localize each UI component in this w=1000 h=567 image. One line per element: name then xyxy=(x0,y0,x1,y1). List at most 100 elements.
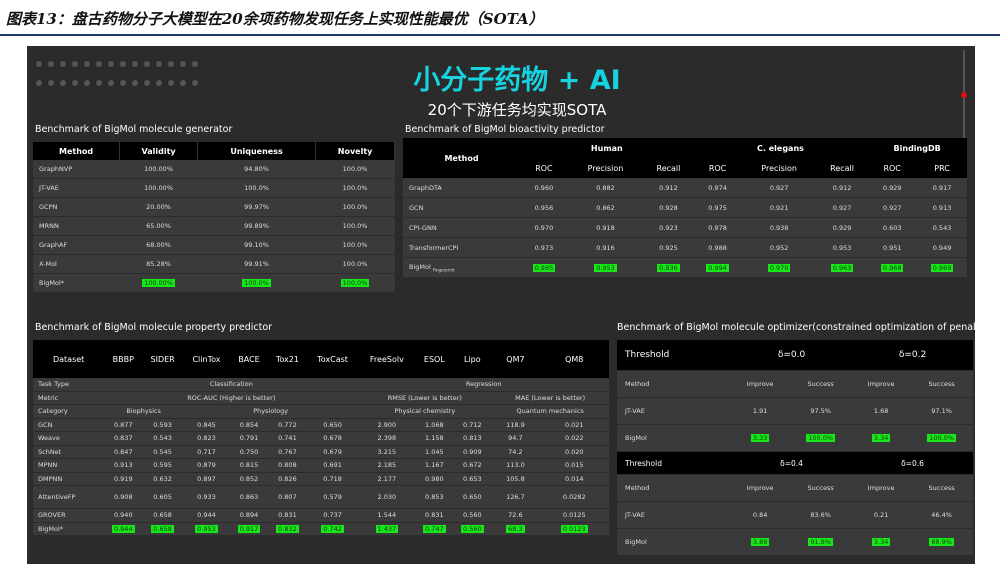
table-cell: 0.831 xyxy=(268,508,307,523)
table-cell: 0.650 xyxy=(306,418,359,432)
method-name: JT-VAE xyxy=(33,178,120,198)
table-cell: 100.0% xyxy=(910,424,973,452)
threshold-label: Threshold xyxy=(617,451,732,475)
table-cell: 0.021 xyxy=(539,418,609,432)
metric-header: PRC xyxy=(917,158,967,178)
table-row: JT-VAE 100.00% 100.0% 100.0% xyxy=(33,178,395,198)
best-value-highlight: 0.0123 xyxy=(560,524,588,533)
table-cell: 0.847 xyxy=(104,445,143,459)
table-cell: 83.6% xyxy=(789,501,852,529)
column-header: Validity xyxy=(119,142,198,160)
table-cell: 0.21 xyxy=(852,501,911,529)
info-value: Physiology xyxy=(182,404,359,419)
table-row: GCN 0.877 0.593 0.845 0.854 0.772 0.650 2.900 1.… xyxy=(33,418,609,432)
table-cell: 0.672 xyxy=(453,458,492,473)
table-cell: 0.877 xyxy=(104,418,143,432)
column-header: Success xyxy=(910,474,973,502)
table-cell: 68.3 xyxy=(491,522,540,536)
column-header: Method xyxy=(33,142,121,160)
method-name: GCPN xyxy=(33,197,120,217)
best-value-highlight: 0.953 xyxy=(195,524,218,533)
table-cell: 0.908 xyxy=(104,485,143,509)
column-header: Dataset xyxy=(33,340,105,378)
method-name: CPI-GNN xyxy=(403,217,521,238)
table-cell: 1.544 xyxy=(358,508,416,523)
table-cell: 0.863 xyxy=(230,485,268,509)
table-cell: 1.068 xyxy=(415,418,454,432)
metric-header: Recall xyxy=(816,158,868,178)
table-cell: 0.632 xyxy=(142,472,183,486)
column-header: Improve xyxy=(852,370,911,398)
info-value: ROC-AUC (Higher is better) xyxy=(104,391,359,405)
method-name: GraphNVP xyxy=(33,160,120,179)
table-row: JT-VAE 1.91 97.5% 1.68 97.1% xyxy=(617,397,973,425)
best-value-highlight: 0.968 xyxy=(880,263,904,272)
table-cell: 100.0% xyxy=(315,235,395,255)
method-name: SchNet xyxy=(33,445,105,459)
table-cell: 2.900 xyxy=(358,418,416,432)
table-cell: 3.34 xyxy=(852,424,911,452)
bioactivity-heading: Benchmark of BigMol bioactivity predicto… xyxy=(405,124,605,135)
table-cell: 68.00% xyxy=(119,235,198,255)
table-cell: 0.980 xyxy=(415,472,454,486)
table-cell: 0.022 xyxy=(539,431,609,446)
group-header: C. elegans xyxy=(693,138,868,158)
table-cell: 0.815 xyxy=(230,458,268,473)
table-row: GraphNVP 100.00% 94.80% 100.0% xyxy=(33,160,395,179)
best-value-highlight: 100.0% xyxy=(927,434,957,442)
table-cell: 0.845 xyxy=(182,418,231,432)
table-cell: 1.91 xyxy=(731,397,790,425)
info-row: Task Type Classification Regression xyxy=(33,378,609,392)
method-name: BigMol xyxy=(617,424,732,452)
table-cell: 0.913 xyxy=(104,458,143,473)
best-value-highlight: 68.3 xyxy=(506,524,525,533)
column-header: BBBP xyxy=(104,340,143,378)
table-cell: 0.545 xyxy=(142,445,183,459)
table-row: DMPNN 0.919 0.632 0.897 0.852 0.826 0.718 2.177… xyxy=(33,472,609,486)
table-cell: 126.7 xyxy=(491,485,540,509)
best-row: BigMol 3.89 91.8% 3.34 88.9% xyxy=(617,528,973,556)
table-cell: 0.737 xyxy=(306,508,359,523)
table-cell: 46.4% xyxy=(910,501,973,529)
table-cell: 0.953 xyxy=(567,257,644,278)
column-header: FreeSolv xyxy=(358,340,416,378)
table-cell: 0.679 xyxy=(306,445,359,459)
table-cell: 1.158 xyxy=(415,431,454,446)
table-cell: 0.717 xyxy=(182,445,231,459)
table-row: JT-VAE 0.84 83.6% 0.21 46.4% xyxy=(617,501,973,529)
method-name: BigMol* xyxy=(33,273,120,293)
column-header: ToxCast xyxy=(306,340,359,378)
table-cell: 0.970 xyxy=(520,217,568,238)
table-cell: 113.0 xyxy=(491,458,540,473)
table-cell: 0.853 xyxy=(415,485,454,509)
table-cell: 99.10% xyxy=(197,235,316,255)
best-row: BigMol* 100.00% 100.0% 100.0% xyxy=(33,273,395,293)
threshold-row: Threshold δ=0.0 δ=0.2 xyxy=(617,340,973,371)
table-cell: 0.879 xyxy=(182,458,231,473)
table-cell: 100.0% xyxy=(315,216,395,236)
best-value-highlight: 3.34 xyxy=(871,538,891,546)
best-value-highlight: 91.8% xyxy=(808,538,833,546)
info-row: Metric ROC-AUC (Higher is better) RMSE (Lo… xyxy=(33,391,609,405)
table-cell: 0.852 xyxy=(230,472,268,486)
method-name: GraphDTA xyxy=(403,178,521,198)
method-name: GROVER xyxy=(33,508,105,523)
table-cell: 0.560 xyxy=(453,508,492,523)
best-value-highlight: 0.936 xyxy=(657,263,680,272)
info-label: Metric xyxy=(33,391,105,405)
table-cell: 0.929 xyxy=(867,178,918,198)
metric-header: Recall xyxy=(643,158,694,178)
method-name: TransformerCPI xyxy=(403,237,521,258)
table-cell: 0.882 xyxy=(567,178,644,198)
table-row: CPI-GNN 0.970 0.918 0.923 0.978 0.938 0.929 0.6… xyxy=(403,217,967,238)
info-value: Biophysics xyxy=(104,404,183,419)
column-header: Success xyxy=(789,370,852,398)
group-header: BindingDB xyxy=(867,138,967,158)
best-value-highlight: 0.970 xyxy=(767,263,791,272)
decorative-dots xyxy=(33,54,201,92)
table-cell: 100.0% xyxy=(315,254,395,274)
optimizer-heading: Benchmark of BigMol molecule optimizer(c… xyxy=(617,322,975,333)
optimizer-table: Threshold δ=0.0 δ=0.2 Method Improve Success I… xyxy=(617,340,973,556)
column-header: Improve xyxy=(852,474,911,502)
table-cell: 0.929 xyxy=(816,217,868,238)
